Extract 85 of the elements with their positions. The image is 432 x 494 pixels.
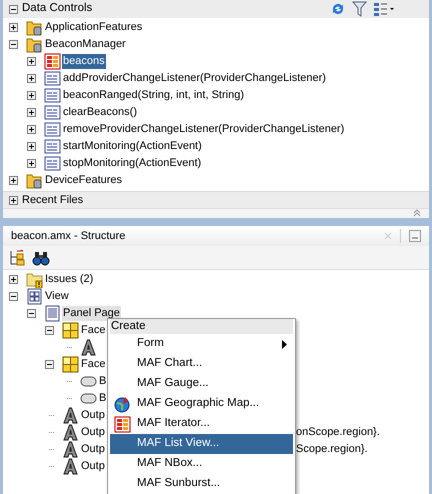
submenu-arrow-icon [282,340,287,348]
view-grid-icon [26,288,43,305]
letter-a-icon [62,424,79,441]
facet-grid-icon [62,356,79,373]
tree-item[interactable]: Face [80,323,106,338]
expand-icon[interactable] [9,23,18,32]
method-list-icon [44,155,61,172]
filter-icon [352,1,367,17]
expand-icon[interactable] [27,91,36,100]
tree-item[interactable]: Face [80,357,106,372]
expand-icon[interactable] [9,275,18,284]
close-icon [384,232,392,240]
expand-icon[interactable] [9,176,18,185]
letter-a-icon [62,407,79,424]
tree-item[interactable]: clearBeacons() [62,105,138,120]
method-list-icon [44,121,61,138]
warning-folder-icon [26,271,43,288]
tree-folders-icon [9,249,26,266]
expand-icon[interactable] [9,196,18,204]
collapse-icon[interactable] [27,309,36,318]
menu-item[interactable]: MAF Geographic Map... [110,394,293,414]
tree-item[interactable]: B [98,391,108,406]
panel-title: beacon.amx - Structure [11,228,126,244]
collapse-icon[interactable] [45,360,54,369]
tree-item[interactable]: addProviderChangeListener(ProviderChangeListener) [62,71,327,86]
letter-a-icon [80,339,97,356]
binoculars-icon [32,250,50,266]
tree-item[interactable]: removeProviderChangeListener(ProviderChangeListener) [62,122,346,137]
expand-icon[interactable] [27,142,36,151]
collapse-icon[interactable] [9,4,18,14]
panel-header[interactable]: Data Controls [3,0,429,18]
page-icon [44,305,61,322]
layout-menu-icon [373,1,395,17]
expand-icon[interactable] [27,125,36,134]
tree-item[interactable]: Outp [80,425,106,440]
method-list-icon [44,104,61,121]
expand-icon[interactable] [27,74,36,83]
letter-a-icon [62,458,79,475]
tree-item[interactable]: DeviceFeatures [44,173,124,188]
globe-icon [114,396,131,412]
tree-item[interactable]: Outp [80,408,106,423]
expand-icon[interactable] [27,159,36,168]
tree-item[interactable]: beacons [62,54,106,69]
tree-item[interactable]: Issues (2) [44,272,94,287]
menu-item[interactable]: MAF NBox... [110,454,293,474]
tree-item-text: onScope.region}. [296,425,380,440]
panel-title: Data Controls [22,1,92,16]
panel-header[interactable]: Recent Files [3,191,429,208]
tree-item[interactable]: startMonitoring(ActionEvent) [62,139,203,154]
expand-icon[interactable] [27,57,36,66]
menu-item[interactable]: MAF Iterator... [110,414,293,434]
tree-item[interactable]: Panel Page [62,306,121,321]
database-folder-icon [26,19,43,36]
tree-item[interactable]: Outp [80,442,106,457]
grid-list-icon [44,53,61,70]
database-folder-icon [26,36,43,53]
panel-title: Recent Files [22,192,84,208]
collapse-icon[interactable] [45,326,54,335]
method-list-icon [44,138,61,155]
menu-item[interactable]: MAF List View... [110,434,293,454]
tree-item[interactable]: beaconRanged(String, int, int, String) [62,88,245,103]
tree-item[interactable]: ApplicationFeatures [44,20,144,35]
facet-grid-icon [62,322,79,339]
method-list-icon [44,87,61,104]
tree-item[interactable]: BeaconManager [44,37,127,52]
expand-icon[interactable] [27,108,36,117]
letter-a-icon [62,441,79,458]
tree-item[interactable]: View [44,289,70,304]
menu-item[interactable]: MAF Gauge... [110,374,293,394]
tree-item[interactable]: stopMonitoring(ActionEvent) [62,156,202,171]
tree-item[interactable]: B [98,374,108,389]
database-folder-icon [26,172,43,189]
tree-item[interactable]: Outp [80,459,106,474]
grid-list-icon [114,416,131,432]
scroll-up-icon [413,209,421,217]
refresh-icon [330,1,346,17]
menu-item[interactable]: MAF Sunburst... [110,474,293,494]
menu-item[interactable]: Form [110,334,293,354]
minimize-icon [409,230,421,242]
method-list-icon [44,70,61,87]
menu-header: Create [110,319,293,334]
tree-item-text: Scope.region}. [296,442,368,457]
collapse-icon[interactable] [9,40,18,49]
collapse-icon[interactable] [9,292,18,301]
menu-item[interactable]: MAF Chart... [110,354,293,374]
